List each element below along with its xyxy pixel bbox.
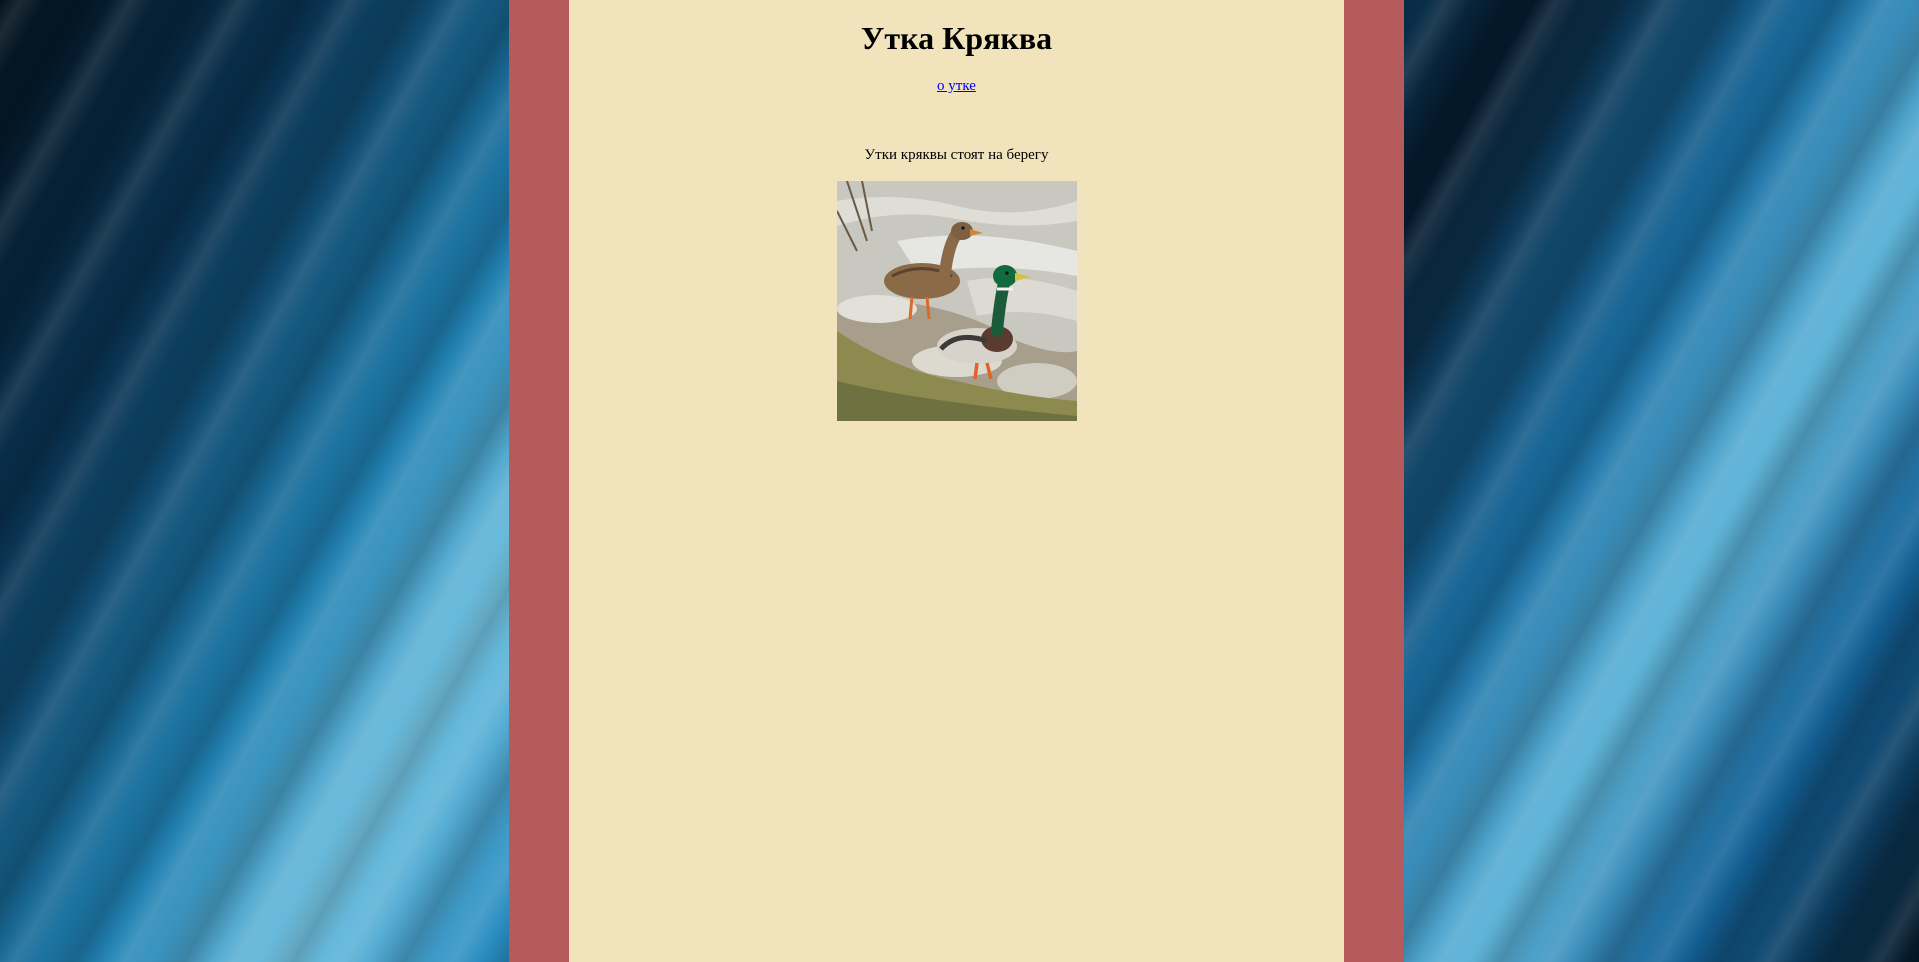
- photo-caption: Утки кряквы стоят на берегу: [864, 147, 1049, 163]
- page-title: Утка Кряква: [860, 20, 1053, 56]
- red-side-frame: Утка Кряква о утке Утки кряквы стоят на …: [509, 0, 1404, 962]
- about-duck-link[interactable]: о утке: [937, 78, 976, 95]
- page-background: { "page": { "title": "Утка Кряква", "abo…: [0, 0, 1919, 962]
- content-panel: Утка Кряква о утке Утки кряквы стоят на …: [569, 0, 1344, 962]
- mallard-ducks-photo: [836, 181, 1077, 421]
